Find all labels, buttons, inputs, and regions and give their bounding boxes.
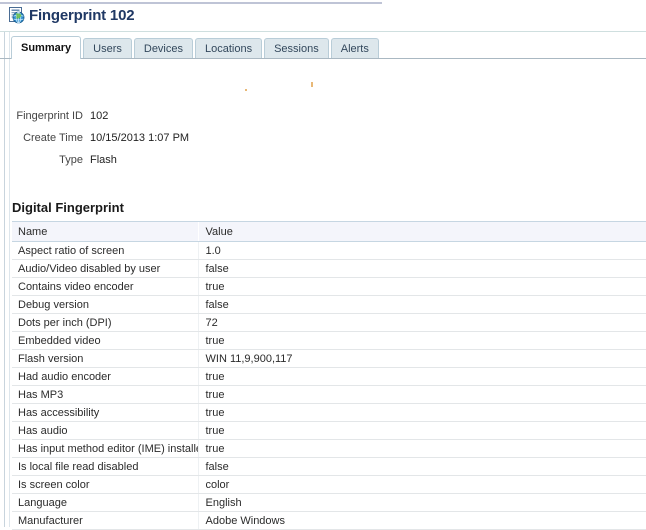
- tab-alerts[interactable]: Alerts: [330, 38, 379, 59]
- cell-value: true: [197, 277, 646, 296]
- cell-value: true: [197, 439, 646, 458]
- summary-field-row: Fingerprint ID 102: [0, 110, 400, 132]
- frame-border-outer: [4, 32, 5, 527]
- table-header-row: Name Value: [12, 221, 646, 242]
- cell-value: true: [197, 403, 646, 422]
- loading-artifact-dot-left: [245, 89, 247, 91]
- cell-value: false: [197, 259, 646, 278]
- section-heading: Digital Fingerprint: [12, 200, 124, 215]
- table-row[interactable]: Is local file read disabled false: [12, 457, 646, 476]
- cell-name: Has audio: [12, 421, 198, 440]
- cell-value: 1.0: [197, 241, 646, 260]
- page-globe-icon: [8, 7, 25, 24]
- tab-users[interactable]: Users: [83, 38, 132, 59]
- summary-field-value: Flash: [90, 154, 117, 166]
- table-row[interactable]: Audio/Video disabled by user false: [12, 259, 646, 278]
- cell-name: Is screen color: [12, 475, 198, 494]
- table-row[interactable]: Has MP3 true: [12, 385, 646, 404]
- cell-value: true: [197, 367, 646, 386]
- cell-name: Audio/Video disabled by user: [12, 259, 198, 278]
- table-row[interactable]: Is screen color color: [12, 475, 646, 494]
- cell-value: true: [197, 385, 646, 404]
- table-row[interactable]: Had audio encoder true: [12, 367, 646, 386]
- cell-name: Has accessibility: [12, 403, 198, 422]
- column-header-value[interactable]: Value: [197, 221, 646, 242]
- cell-name: Debug version: [12, 295, 198, 314]
- tab-devices[interactable]: Devices: [133, 38, 193, 59]
- table-row[interactable]: Debug version false: [12, 295, 646, 314]
- summary-field-value: 10/15/2013 1:07 PM: [90, 132, 190, 144]
- cell-value: English: [197, 493, 646, 512]
- cell-value: 72: [197, 313, 646, 332]
- cell-value: color: [197, 475, 646, 494]
- cell-name: Had audio encoder: [12, 367, 198, 386]
- summary-field-row: Create Time 10/15/2013 1:07 PM: [0, 132, 400, 154]
- cell-name: Flash version: [12, 349, 198, 368]
- summary-field-value: 102: [90, 110, 109, 122]
- cell-value: false: [197, 295, 646, 314]
- cell-name: Has input method editor (IME) installed: [12, 439, 198, 458]
- table-row[interactable]: Has audio true: [12, 421, 646, 440]
- top-divider: [0, 2, 382, 4]
- tab-locations[interactable]: Locations: [195, 38, 263, 59]
- tab-strip-underline: [0, 58, 646, 59]
- summary-field-label: Create Time: [23, 132, 83, 144]
- table-row[interactable]: Language English: [12, 493, 646, 512]
- page-header: Fingerprint 102: [8, 7, 135, 24]
- table-row[interactable]: Dots per inch (DPI) 72: [12, 313, 646, 332]
- table-row[interactable]: Aspect ratio of screen 1.0: [12, 241, 646, 260]
- tab-summary[interactable]: Summary: [11, 36, 82, 59]
- tab-strip: Summary Users Devices Locations Sessions Aler…: [11, 36, 381, 59]
- loading-artifact-dot-right: [311, 82, 313, 87]
- summary-field-label: Type: [59, 154, 83, 166]
- frame-border-inner: [9, 32, 10, 527]
- cell-value: WIN 11,9,900,117: [197, 349, 646, 368]
- cell-name: Aspect ratio of screen: [12, 241, 198, 260]
- digital-fingerprint-table: Name Value Aspect ratio of screen 1.0 Audi…: [12, 221, 646, 530]
- table-row[interactable]: Contains video encoder true: [12, 277, 646, 296]
- cell-name: Embedded video: [12, 331, 198, 350]
- cell-value: true: [197, 421, 646, 440]
- cell-name: Contains video encoder: [12, 277, 198, 296]
- digital-fingerprint-table-wrapper: Name Value Aspect ratio of screen 1.0 Audi…: [12, 221, 646, 530]
- table-row[interactable]: Embedded video true: [12, 331, 646, 350]
- table-row[interactable]: Has accessibility true: [12, 403, 646, 422]
- cell-name: Has MP3: [12, 385, 198, 404]
- page-title: Fingerprint 102: [29, 7, 135, 24]
- table-row[interactable]: Flash version WIN 11,9,900,117: [12, 349, 646, 368]
- cell-value: true: [197, 331, 646, 350]
- summary-field-label: Fingerprint ID: [16, 110, 83, 122]
- title-divider: [0, 31, 646, 32]
- cell-value: false: [197, 457, 646, 476]
- summary-field-list: Fingerprint ID 102 Create Time 10/15/2013 1…: [0, 110, 400, 176]
- cell-name: Dots per inch (DPI): [12, 313, 198, 332]
- summary-field-row: Type Flash: [0, 154, 400, 176]
- cell-name: Is local file read disabled: [12, 457, 198, 476]
- table-row[interactable]: Has input method editor (IME) installed t…: [12, 439, 646, 458]
- column-header-name[interactable]: Name: [12, 221, 198, 242]
- tab-sessions[interactable]: Sessions: [264, 38, 329, 59]
- cell-name: Language: [12, 493, 198, 512]
